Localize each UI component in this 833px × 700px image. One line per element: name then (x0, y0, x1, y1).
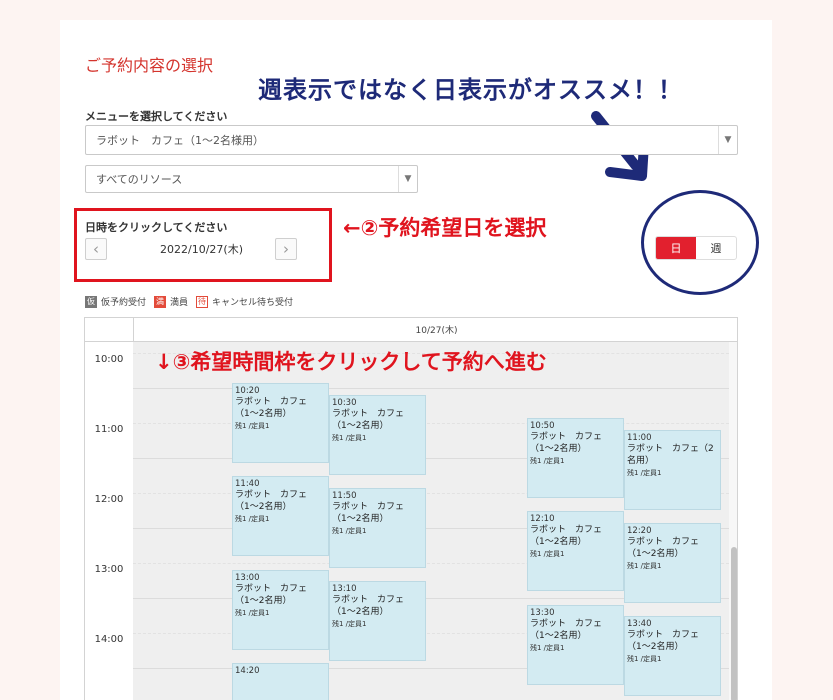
calendar-grid: 10:20 ラボット カフェ（1〜2名用） 残1 /定員1 10:30 ラボット カフェ… (133, 342, 729, 700)
prev-day-button[interactable]: ‹ (85, 238, 107, 260)
time-slot[interactable]: 10:30 ラボット カフェ（1〜2名用） 残1 /定員1 (329, 394, 426, 475)
time-label: 13:00 (94, 563, 124, 575)
step2-annotation: ←②予約希望日を選択 (343, 216, 547, 240)
calendar-scrollbar[interactable] (729, 342, 737, 700)
slot-remaining: 残1 /定員1 (235, 421, 270, 430)
legend-badge-waitlist: 待 (196, 295, 209, 308)
slot-time: 10:50 (530, 420, 555, 431)
time-label: 11:00 (94, 423, 124, 435)
hour-gridline (133, 387, 729, 389)
time-label: 14:00 (94, 633, 124, 645)
week-view-button[interactable]: 週 (696, 237, 736, 259)
slot-menu-name: ラボット カフェ（1〜2名用） (332, 595, 405, 618)
time-label: 12:00 (94, 493, 124, 505)
slot-time: 11:50 (332, 490, 357, 501)
slot-remaining: 残1 /定員1 (627, 468, 662, 477)
slot-time: 13:00 (235, 572, 260, 583)
calendar-body: 10:00 11:00 12:00 13:00 14:00 10:20 ラボット カフェ（… (85, 342, 737, 700)
legend-label-full: 満員 (170, 298, 189, 308)
time-slot[interactable]: 11:50 ラボット カフェ（1〜2名用） 残1 /定員1 (329, 487, 426, 568)
slot-time: 12:20 (627, 525, 652, 536)
scrollbar-thumb[interactable] (731, 547, 737, 700)
slot-time: 13:10 (332, 584, 357, 595)
slot-remaining: 残1 /定員1 (530, 643, 565, 652)
chevron-right-icon: › (283, 240, 289, 258)
time-slot[interactable]: 10:20 ラボット カフェ（1〜2名用） 残1 /定員1 (232, 382, 329, 463)
slot-menu-name: ラボット カフェ（1〜2名用） (332, 501, 405, 524)
calendar-header-date: 10/27(木) (133, 318, 737, 341)
slot-menu-name: ラボット カフェ（1〜2名用） (530, 525, 603, 548)
time-slot[interactable]: 11:40 ラボット カフェ（1〜2名用） 残1 /定員1 (232, 476, 329, 557)
step3-annotation: ↓③希望時間枠をクリックして予約へ進む (155, 350, 547, 374)
slot-time: 10:20 (235, 385, 260, 396)
slot-menu-name: ラボット カフェ（1〜2名用） (235, 396, 308, 419)
legend-label-provisional: 仮予約受付 (101, 298, 147, 308)
slot-time: 14:20 (235, 665, 260, 676)
time-slot[interactable]: 13:00 ラボット カフェ（1〜2名用） 残1 /定員1 (232, 569, 329, 650)
menu-select[interactable]: ラボット カフェ（1〜2名様用） ▼ (85, 125, 738, 155)
slot-time: 13:30 (530, 607, 555, 618)
menu-select-value: ラボット カフェ（1〜2名様用） (96, 134, 264, 147)
half-hour-gridline (133, 422, 729, 424)
slot-menu-name: ラボット カフェ（2名用） (627, 443, 714, 466)
caret-down-icon: ▼ (718, 126, 737, 154)
slot-time: 10:30 (332, 397, 357, 408)
time-slot[interactable]: 13:30 ラボット カフェ（1〜2名用） 残1 /定員1 (527, 604, 624, 685)
slot-time: 11:00 (627, 432, 652, 443)
resource-select[interactable]: すべてのリソース ▼ (85, 165, 418, 193)
time-slot[interactable]: 14:20 (232, 662, 329, 700)
page-title: ご予約内容の選択 (85, 56, 214, 75)
next-day-button[interactable]: › (275, 238, 297, 260)
slot-time: 13:40 (627, 619, 652, 630)
date-picker-label: 日時をクリックしてください (85, 221, 228, 234)
slot-remaining: 残1 /定員1 (332, 526, 367, 535)
time-slot[interactable]: 12:20 ラボット カフェ（1〜2名用） 残1 /定員1 (624, 522, 721, 603)
slot-remaining: 残1 /定員1 (332, 620, 367, 629)
chevron-left-icon: ‹ (93, 240, 99, 258)
time-slot[interactable]: 13:10 ラボット カフェ（1〜2名用） 残1 /定員1 (329, 581, 426, 662)
legend-badge-full: 満 (154, 295, 167, 308)
slot-remaining: 残1 /定員1 (627, 655, 662, 664)
caret-down-icon: ▼ (398, 166, 417, 192)
slot-remaining: 残1 /定員1 (332, 433, 367, 442)
slot-menu-name: ラボット カフェ（1〜2名用） (235, 583, 308, 606)
annotation-headline: 週表示ではなく日表示がオススメ！！ (258, 76, 683, 104)
menu-label: メニューを選択してください (85, 110, 228, 123)
legend-badge-provisional: 仮 (85, 295, 97, 308)
slot-menu-name: ラボット カフェ（1〜2名用） (530, 431, 603, 454)
time-column: 10:00 11:00 12:00 13:00 14:00 (85, 342, 134, 700)
slot-remaining: 残1 /定員1 (530, 550, 565, 559)
slot-menu-name: ラボット カフェ（1〜2名用） (332, 408, 405, 431)
slot-time: 12:10 (530, 514, 555, 525)
calendar-header: 10/27(木) (85, 318, 737, 342)
time-slot[interactable]: 13:40 ラボット カフェ（1〜2名用） 残1 /定員1 (624, 616, 721, 697)
slot-remaining: 残1 /定員1 (235, 608, 270, 617)
day-view-button[interactable]: 日 (656, 237, 696, 259)
time-slot[interactable]: 11:00 ラボット カフェ（2名用） 残1 /定員1 (624, 429, 721, 510)
slot-menu-name: ラボット カフェ（1〜2名用） (530, 618, 603, 641)
slot-menu-name: ラボット カフェ（1〜2名用） (235, 490, 308, 513)
time-label: 10:00 (94, 353, 124, 365)
slot-remaining: 残1 /定員1 (627, 561, 662, 570)
current-date: 2022/10/27(木) (160, 243, 243, 256)
legend: 仮 仮予約受付 満 満員 待 キャンセル待ち受付 (85, 295, 293, 308)
legend-label-waitlist: キャンセル待ち受付 (212, 298, 294, 308)
slot-menu-name: ラボット カフェ（1〜2名用） (627, 536, 700, 559)
time-slot[interactable]: 12:10 ラボット カフェ（1〜2名用） 残1 /定員1 (527, 511, 624, 592)
view-toggle[interactable]: 日 週 (655, 236, 737, 260)
slot-remaining: 残1 /定員1 (530, 456, 565, 465)
time-slot[interactable]: 10:50 ラボット カフェ（1〜2名用） 残1 /定員1 (527, 417, 624, 498)
slot-menu-name: ラボット カフェ（1〜2名用） (627, 630, 700, 653)
resource-select-value: すべてのリソース (96, 173, 183, 186)
slot-time: 11:40 (235, 479, 260, 490)
slot-remaining: 残1 /定員1 (235, 515, 270, 524)
